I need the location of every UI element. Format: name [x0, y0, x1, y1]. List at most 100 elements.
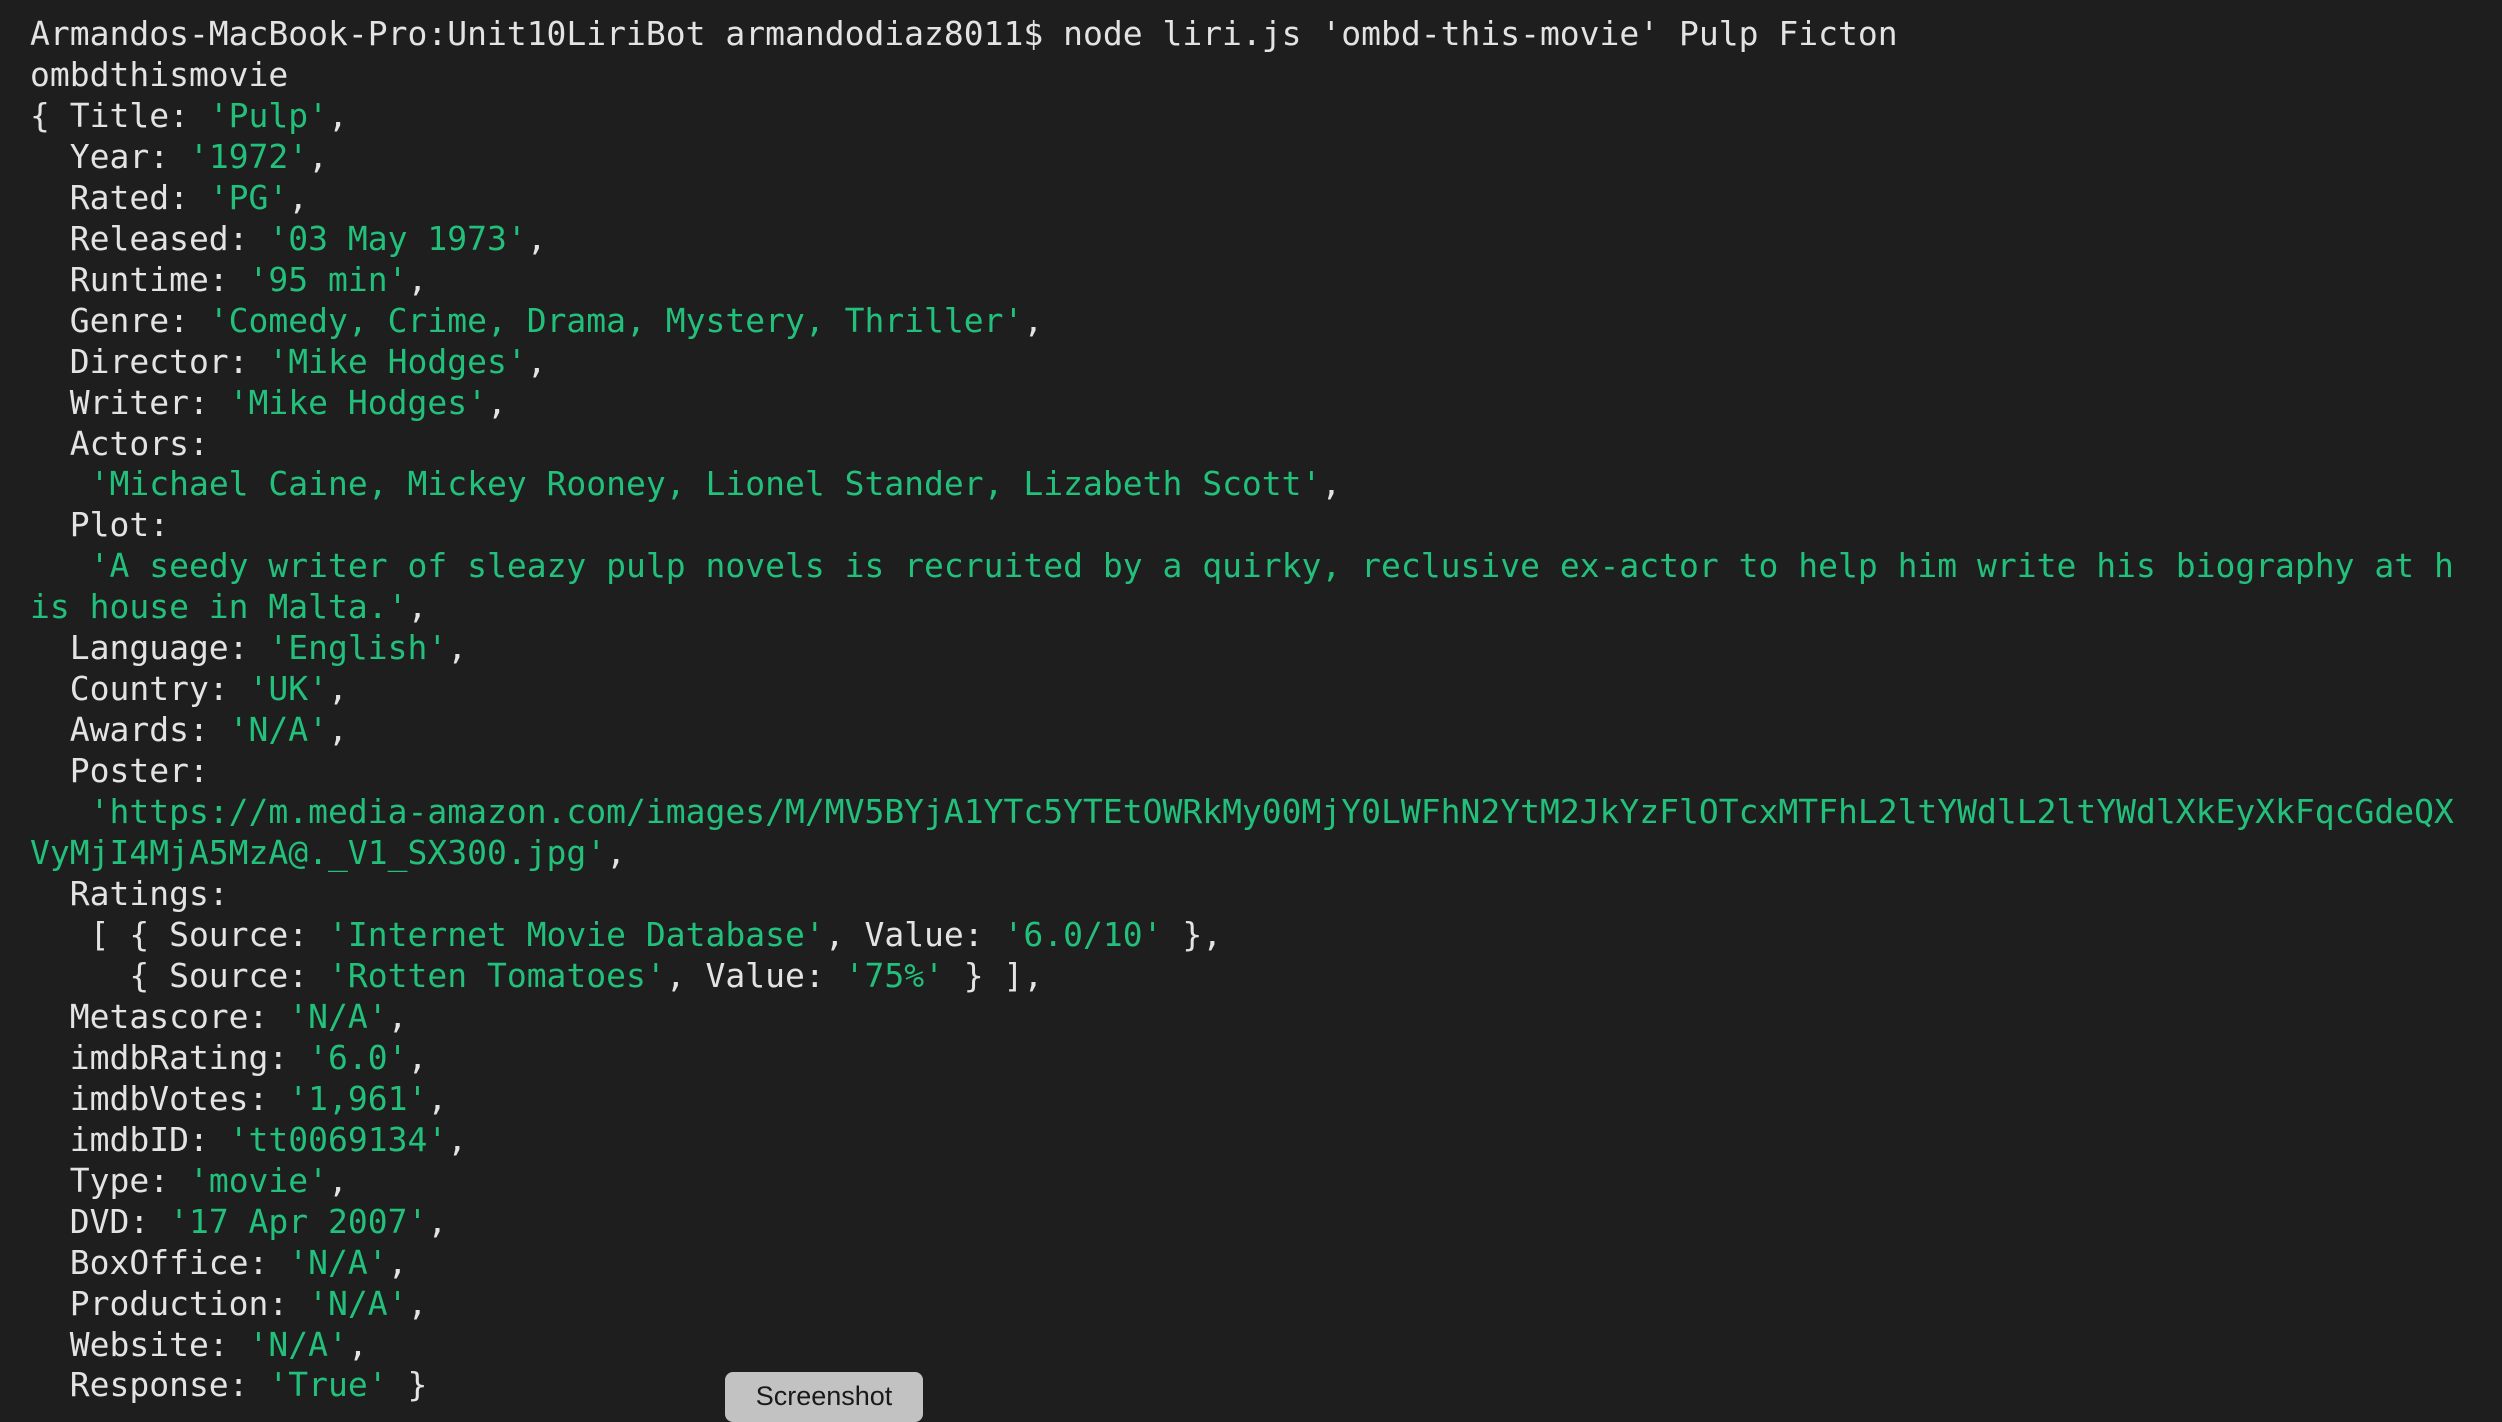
plain-text: Released:: [30, 218, 269, 258]
plain-text: ,: [407, 587, 428, 627]
terminal-line: Metascore: 'N/A',: [30, 997, 2454, 1038]
string-value: '1,961': [288, 1078, 428, 1118]
plain-text: [ { Source:: [30, 914, 329, 954]
plain-text: ,: [447, 1119, 468, 1159]
string-value: VyMjI4MjA5MzA@._V1_SX300.jpg': [30, 833, 607, 873]
terminal-line: Response: 'True' }: [30, 1365, 2454, 1406]
terminal-line: Ratings:: [30, 874, 2454, 915]
string-value: 'N/A': [288, 1242, 388, 1282]
plain-text: Year:: [30, 136, 189, 176]
plain-text: ,: [328, 710, 348, 750]
string-value: 'Mike Hodges': [268, 341, 527, 381]
plain-text: imdbRating:: [30, 1037, 309, 1077]
plain-text: Genre:: [30, 300, 209, 340]
terminal-line: Armandos-MacBook-Pro:Unit10LiriBot arman…: [30, 14, 2454, 55]
string-value: 'Internet Movie Database': [328, 914, 825, 954]
string-value: 'Michael Caine, Mickey Rooney, Lionel St…: [89, 464, 1322, 504]
plain-text: Response:: [30, 1365, 269, 1405]
plain-text: Awards:: [30, 710, 229, 750]
terminal-line: Country: 'UK',: [30, 669, 2454, 710]
plain-text: Director:: [30, 341, 269, 381]
string-value: '17 Apr 2007': [169, 1201, 428, 1241]
plain-text: Poster:: [30, 751, 209, 791]
string-value: 'Comedy, Crime, Drama, Mystery, Thriller…: [208, 300, 1024, 340]
string-value: 'PG': [208, 177, 289, 217]
plain-text: Type:: [30, 1160, 189, 1200]
terminal-line: Language: 'English',: [30, 628, 2454, 669]
terminal-line: Plot:: [30, 505, 2454, 546]
plain-text: Writer:: [30, 382, 229, 422]
plain-text: [30, 792, 90, 831]
plain-text: ,: [407, 1283, 428, 1323]
terminal-line: imdbID: 'tt0069134',: [30, 1120, 2454, 1161]
plain-text: ,: [427, 1201, 448, 1241]
plain-text: ombdthismovie: [30, 54, 289, 94]
terminal-line: { Title: 'Pulp',: [30, 96, 2454, 137]
string-value: 'N/A': [288, 996, 388, 1036]
terminal-line: { Source: 'Rotten Tomatoes', Value: '75%…: [30, 956, 2454, 997]
string-value: 'N/A': [248, 1324, 348, 1364]
plain-text: Language:: [30, 628, 269, 668]
string-value: '03 May 1973': [268, 218, 527, 258]
terminal-line: Poster:: [30, 751, 2454, 792]
plain-text: { Source:: [30, 955, 329, 995]
string-value: 'N/A': [308, 1283, 408, 1323]
plain-text: },: [1162, 914, 1223, 954]
plain-text: ,: [328, 669, 348, 709]
plain-text: ,: [407, 1037, 428, 1077]
plain-text: ,: [1321, 464, 1342, 504]
string-value: '95 min': [248, 259, 408, 299]
plain-text: ,: [328, 95, 348, 135]
plain-text: ,: [1023, 300, 1044, 340]
terminal-line: Actors:: [30, 424, 2454, 465]
terminal-line: imdbRating: '6.0',: [30, 1038, 2454, 1079]
plain-text: Country:: [30, 669, 249, 709]
plain-text: Armandos-MacBook-Pro:Unit10LiriBot arman…: [30, 14, 1898, 53]
plain-text: ,: [526, 218, 547, 258]
plain-text: BoxOffice:: [30, 1242, 289, 1282]
plain-text: Metascore:: [30, 996, 289, 1036]
plain-text: ,: [288, 177, 309, 217]
terminal-line: BoxOffice: 'N/A',: [30, 1243, 2454, 1284]
terminal-line: DVD: '17 Apr 2007',: [30, 1202, 2454, 1243]
terminal-line: is house in Malta.',: [30, 587, 2454, 628]
plain-text: ,: [328, 1160, 348, 1200]
plain-text: Rated:: [30, 177, 209, 217]
terminal-line: Year: '1972',: [30, 137, 2454, 178]
string-value: '6.0/10': [1003, 914, 1163, 954]
plain-text: DVD:: [30, 1201, 170, 1241]
string-value: is house in Malta.': [30, 587, 408, 627]
plain-text: [30, 464, 90, 503]
plain-text: ,: [308, 136, 329, 176]
plain-text: imdbVotes:: [30, 1078, 289, 1118]
terminal-line: Production: 'N/A',: [30, 1284, 2454, 1325]
plain-text: ,: [387, 1242, 408, 1282]
plain-text: Plot:: [30, 505, 170, 545]
terminal-line: Runtime: '95 min',: [30, 260, 2454, 301]
plain-text: { Title:: [30, 95, 209, 135]
plain-text: [30, 546, 90, 585]
terminal-line: Writer: 'Mike Hodges',: [30, 383, 2454, 424]
terminal-line: Director: 'Mike Hodges',: [30, 342, 2454, 383]
string-value: 'movie': [188, 1160, 329, 1200]
terminal-line: Awards: 'N/A',: [30, 710, 2454, 751]
plain-text: ,: [447, 628, 468, 668]
terminal-line: Released: '03 May 1973',: [30, 219, 2454, 260]
string-value: 'tt0069134': [228, 1119, 448, 1159]
terminal-line: Rated: 'PG',: [30, 178, 2454, 219]
terminal-line: 'https://m.media-amazon.com/images/M/MV5…: [30, 792, 2454, 833]
terminal-line: imdbVotes: '1,961',: [30, 1079, 2454, 1120]
string-value: 'A seedy writer of sleazy pulp novels is…: [89, 546, 2454, 586]
plain-text: Production:: [30, 1283, 309, 1323]
plain-text: Runtime:: [30, 259, 249, 299]
terminal-line: 'A seedy writer of sleazy pulp novels is…: [30, 546, 2454, 587]
plain-text: ,: [427, 1078, 448, 1118]
terminal-line: ombdthismovie: [30, 55, 2454, 96]
string-value: 'N/A': [228, 710, 329, 750]
plain-text: Website:: [30, 1324, 249, 1364]
plain-text: ,: [526, 341, 547, 381]
plain-text: Actors:: [30, 423, 209, 463]
plain-text: } ],: [943, 955, 1044, 995]
plain-text: ,: [387, 996, 408, 1036]
screenshot-button[interactable]: Screenshot: [725, 1372, 923, 1422]
